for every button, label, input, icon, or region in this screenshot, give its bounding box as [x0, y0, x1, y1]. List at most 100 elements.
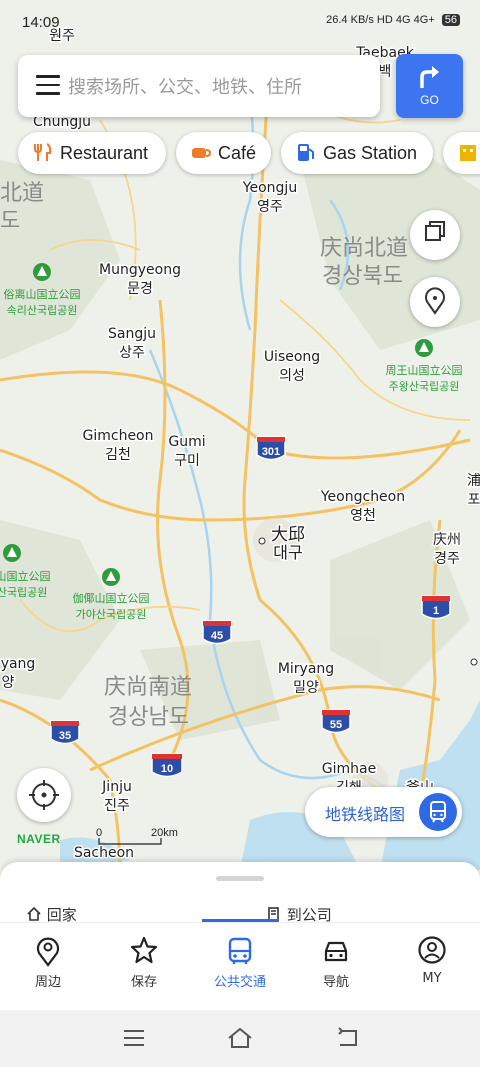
highway-shield: 301 — [256, 436, 286, 461]
net-speed: 26.4 KB/s — [326, 14, 374, 26]
city-label: 밀양 — [293, 680, 319, 696]
city-label: 상주 — [119, 345, 145, 361]
chip-restaurant[interactable]: Restaurant — [18, 132, 166, 174]
chip-cafe[interactable]: Café — [176, 132, 271, 174]
status-indicators: 26.4 KB/s HD 4G 4G+ 56 — [326, 14, 460, 26]
region-label: 도 — [0, 209, 20, 234]
bus-icon — [228, 937, 252, 964]
signal-indicator: HD 4G 4G+ — [376, 14, 435, 26]
menu-icon[interactable] — [122, 1028, 146, 1048]
back-icon[interactable] — [336, 1027, 360, 1049]
subway-map-button[interactable]: 地铁线路图 — [305, 787, 462, 837]
highway-shield: 35 — [50, 720, 80, 745]
system-nav-bar — [0, 1010, 480, 1067]
place-marker-button[interactable] — [410, 277, 460, 327]
svg-text:주왕산국립공원: 주왕산국립공원 — [389, 380, 460, 393]
bottom-nav: 周边 保存 公共交通 导航 MY — [0, 919, 480, 1011]
home-icon — [27, 906, 41, 921]
chip-label: Restaurant — [60, 143, 149, 163]
star-icon — [130, 936, 158, 964]
gas-pump-icon — [298, 144, 314, 162]
city-label: Uiseong — [264, 349, 320, 365]
chip-more[interactable] — [443, 132, 480, 174]
status-bar: 14:09 26.4 KB/s HD 4G 4G+ 56 — [0, 0, 480, 44]
menu-icon[interactable] — [36, 75, 60, 95]
city-label: Sangju — [108, 326, 156, 342]
city-label: yang — [1, 656, 36, 672]
city-label: Gimhae — [322, 761, 376, 777]
tab-my[interactable]: MY — [384, 923, 480, 1011]
city-label: Miryang — [278, 661, 334, 677]
map-pin-icon — [36, 937, 60, 967]
tab-navigation[interactable]: 导航 — [288, 923, 384, 1011]
svg-text:周王山国立公园: 周王山国立公园 — [386, 363, 463, 377]
city-label: Sacheon — [74, 845, 134, 861]
chip-label: Gas Station — [323, 143, 418, 163]
coffee-cup-icon — [192, 148, 212, 159]
city-label: 진주 — [104, 798, 130, 814]
region-label: 庆尚南道 — [104, 675, 192, 700]
city-label: 경주 — [434, 551, 460, 567]
city-label: 영천 — [350, 508, 376, 524]
car-icon — [324, 941, 348, 962]
svg-text:0: 0 — [96, 827, 102, 839]
city-label: 백 — [379, 64, 392, 80]
tab-label: MY — [422, 971, 442, 986]
tab-label: 导航 — [322, 975, 349, 990]
city-label: 의성 — [279, 368, 305, 384]
highway-shield: 10 — [151, 753, 183, 778]
svg-text:지리산국립공원: 지리산국립공원 — [0, 586, 47, 599]
tab-label: 周边 — [34, 975, 61, 990]
svg-text:伽倻山国立公园: 伽倻山国立公园 — [73, 591, 150, 605]
svg-text:20km: 20km — [151, 827, 178, 839]
svg-text:45: 45 — [211, 630, 223, 642]
city-label: 포 — [468, 492, 480, 508]
chip-label: Café — [218, 143, 257, 163]
building-icon — [460, 145, 476, 162]
highway-shield: 45 — [202, 620, 232, 645]
battery-indicator: 56 — [441, 14, 460, 26]
city-label: Gumi — [168, 434, 205, 450]
svg-text:가야산국립공원: 가야산국립공원 — [76, 608, 147, 621]
svg-text:1: 1 — [433, 605, 439, 617]
locate-me-button[interactable] — [17, 768, 71, 822]
go-label: GO — [420, 93, 439, 107]
tab-transit[interactable]: 公共交通 — [192, 919, 288, 1011]
tab-saved[interactable]: 保存 — [96, 923, 192, 1011]
status-time: 14:09 — [22, 14, 60, 31]
region-label: 北道 — [0, 181, 44, 206]
user-icon — [418, 936, 446, 964]
search-bar[interactable]: 搜索场所、公交、地铁、住所 — [18, 55, 380, 117]
home-icon[interactable] — [226, 1026, 254, 1050]
city-label: 양 — [2, 675, 15, 691]
svg-text:55: 55 — [330, 719, 342, 731]
city-dot — [258, 537, 266, 545]
city-label: Yeongju — [242, 180, 297, 196]
turn-right-arrow-icon — [420, 66, 439, 88]
active-tab-indicator — [202, 919, 278, 922]
search-placeholder[interactable]: 搜索场所、公交、地铁、住所 — [68, 73, 302, 99]
city-label: 大邱 — [271, 525, 305, 545]
tab-label: 保存 — [130, 975, 157, 990]
city-label: 김천 — [105, 447, 131, 463]
tab-nearby[interactable]: 周边 — [0, 923, 96, 1011]
map-canvas[interactable]: 庆尚北道 경상북도 庆尚南道 경상남도 北道 도 俗离山国立公园 속리산국립공원… — [0, 0, 480, 870]
highway-shield: 55 — [321, 709, 351, 734]
svg-text:10: 10 — [161, 763, 173, 775]
fork-knife-icon — [34, 143, 52, 162]
go-button[interactable]: GO — [396, 54, 463, 118]
layers-button[interactable] — [410, 210, 460, 260]
layers-icon — [425, 221, 445, 241]
sheet-handle[interactable] — [216, 876, 264, 881]
naver-logo: NAVER — [17, 832, 61, 846]
city-label: 문경 — [127, 281, 153, 297]
city-label: Mungyeong — [99, 262, 181, 278]
city-label: Gimcheon — [83, 428, 154, 444]
svg-text:35: 35 — [59, 730, 71, 742]
map-pin-icon — [425, 287, 445, 315]
subway-map-label: 地铁线路图 — [325, 805, 406, 824]
svg-text:속리산국립공원: 속리산국립공원 — [7, 304, 78, 317]
subway-train-icon — [419, 793, 457, 831]
city-dot — [470, 658, 478, 666]
chip-gas-station[interactable]: Gas Station — [281, 132, 433, 174]
